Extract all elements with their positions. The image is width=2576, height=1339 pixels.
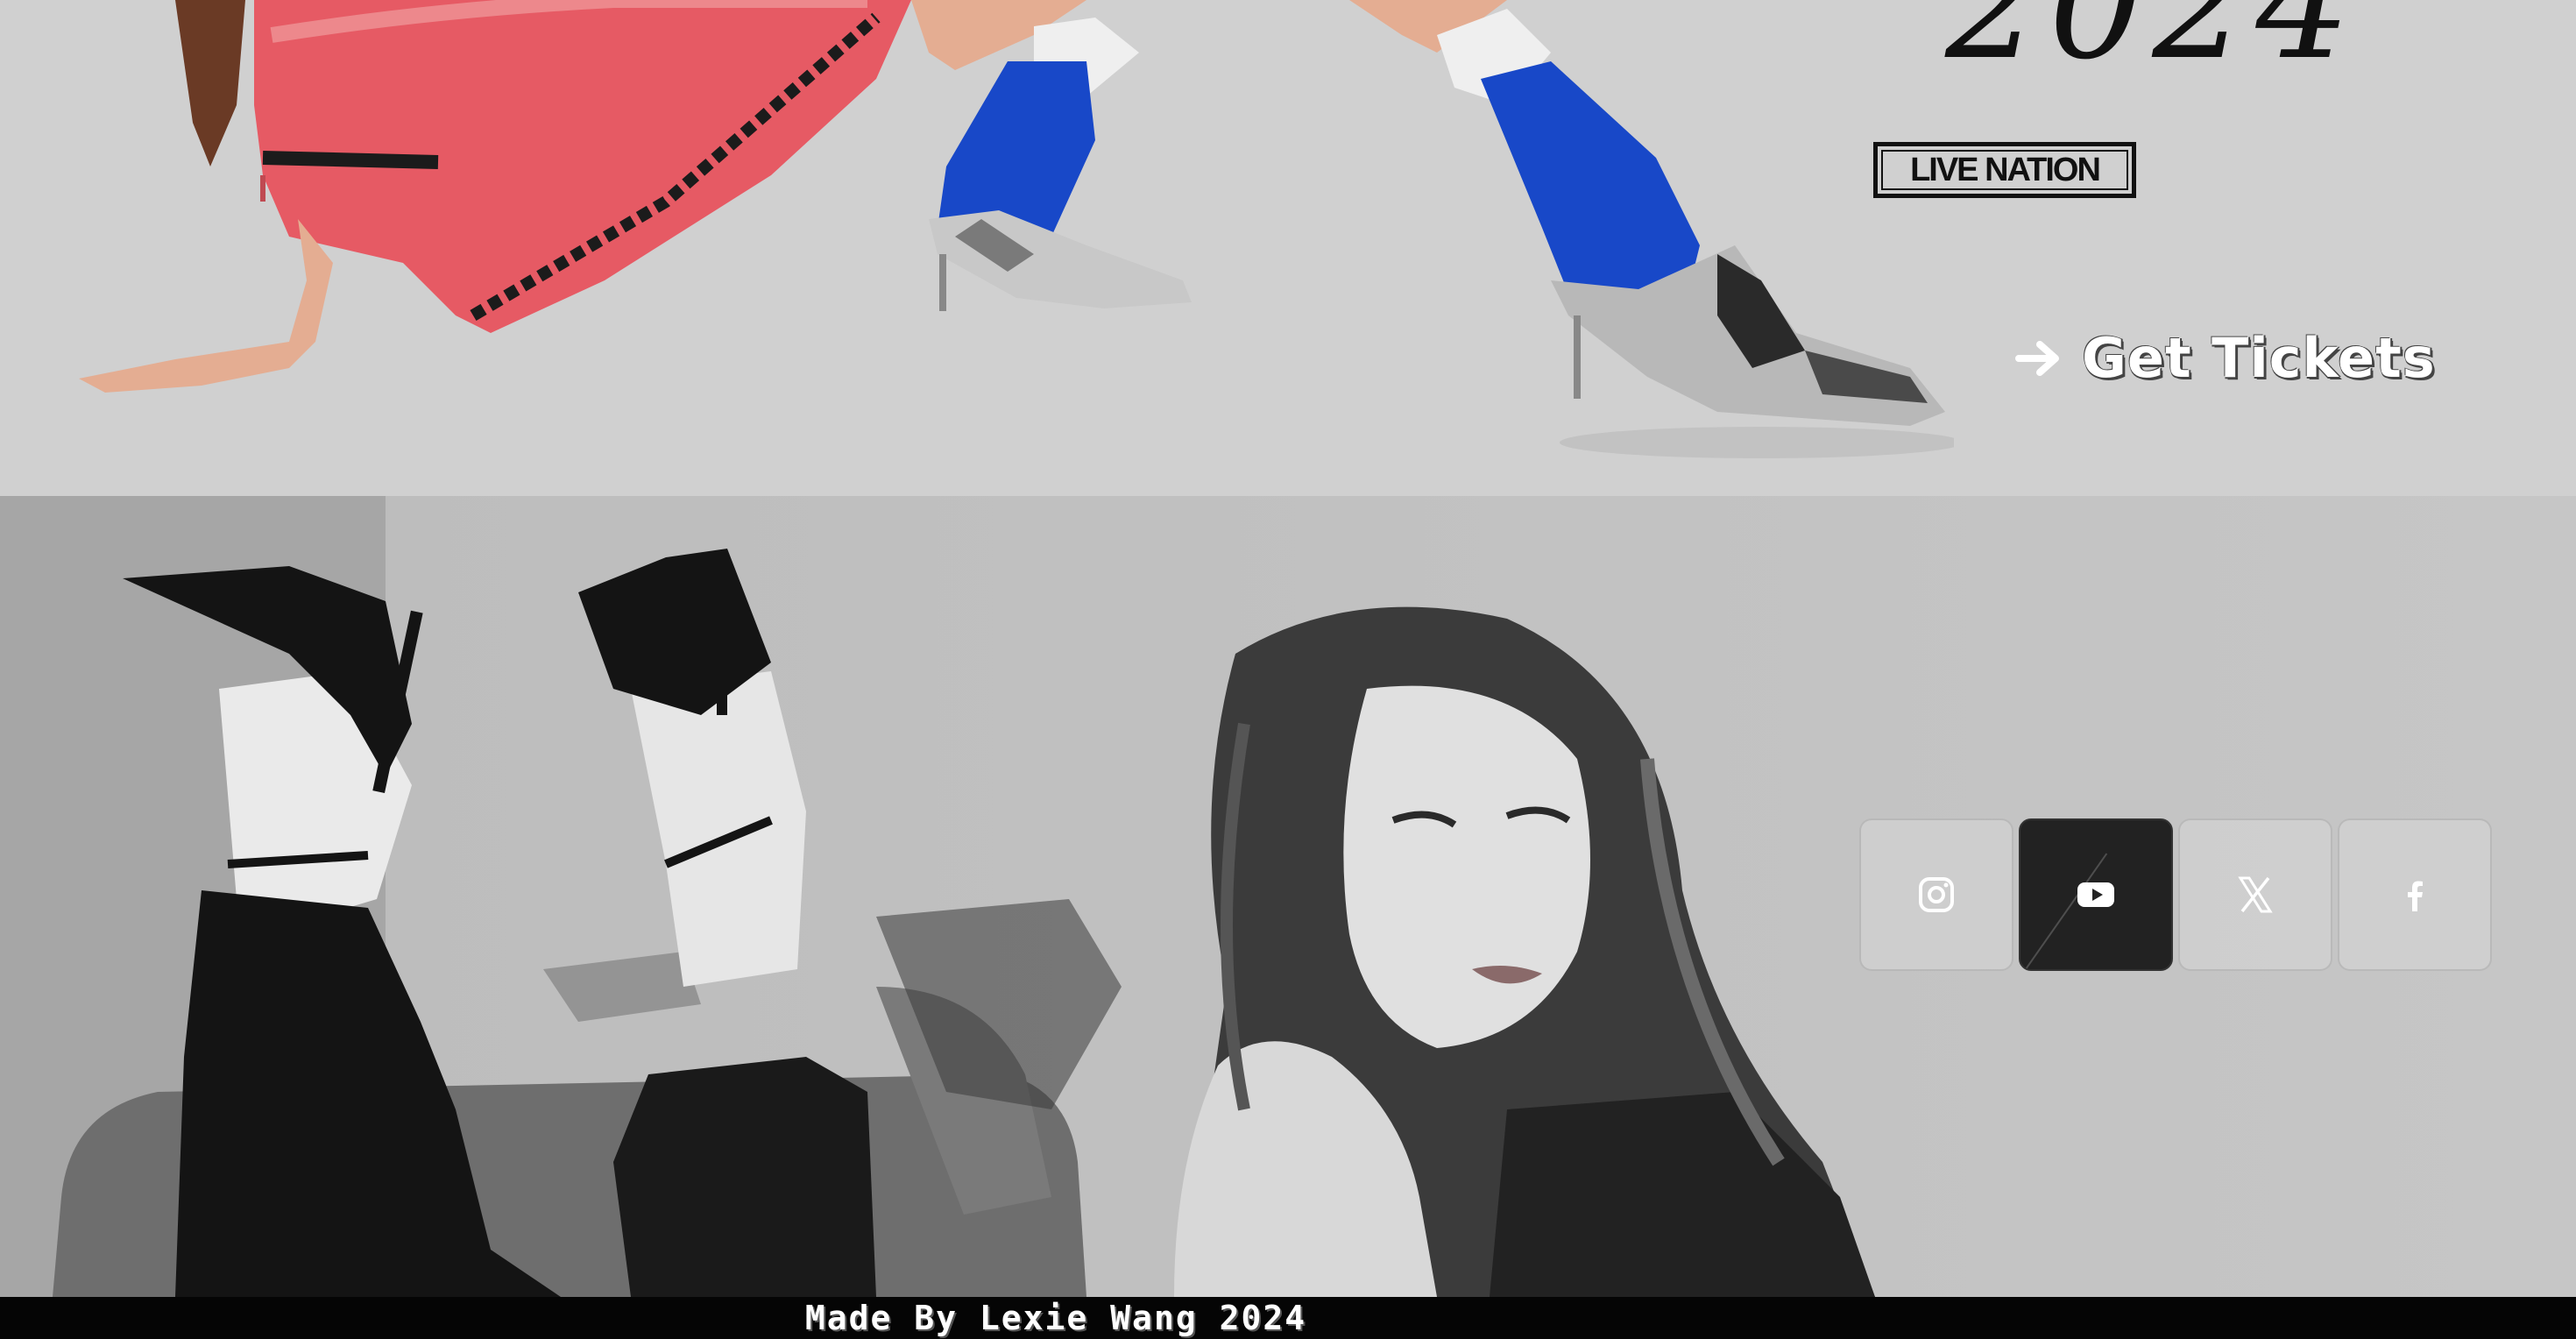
- get-tickets-label: Get Tickets: [2082, 326, 2436, 390]
- arrow-right-icon: [2015, 340, 2059, 376]
- get-tickets-button[interactable]: Get Tickets: [2015, 326, 2436, 390]
- instagram-icon: [1919, 877, 1954, 912]
- tour-year-text: 2024: [1945, 0, 2360, 93]
- social-links: [1859, 818, 2492, 971]
- facebook-icon: [2408, 881, 2423, 911]
- youtube-icon: [2077, 882, 2114, 907]
- instagram-link[interactable]: [1859, 818, 2013, 971]
- x-icon: [2238, 876, 2273, 913]
- x-link[interactable]: [2178, 818, 2332, 971]
- tour-promo-photo: [79, 0, 1954, 458]
- live-nation-logo: LIVE NATION: [1873, 142, 2136, 198]
- tour-banner: 2024 LIVE NATION Get Tickets: [0, 0, 2576, 496]
- footer: Made By Lexie Wang 2024: [0, 1297, 2576, 1339]
- social-section: [0, 496, 2576, 1297]
- footer-credit: Made By Lexie Wang 2024: [804, 1299, 1307, 1337]
- live-nation-logo-text: LIVE NATION: [1910, 151, 2101, 188]
- youtube-link[interactable]: [2019, 818, 2173, 971]
- facebook-link[interactable]: [2338, 818, 2492, 971]
